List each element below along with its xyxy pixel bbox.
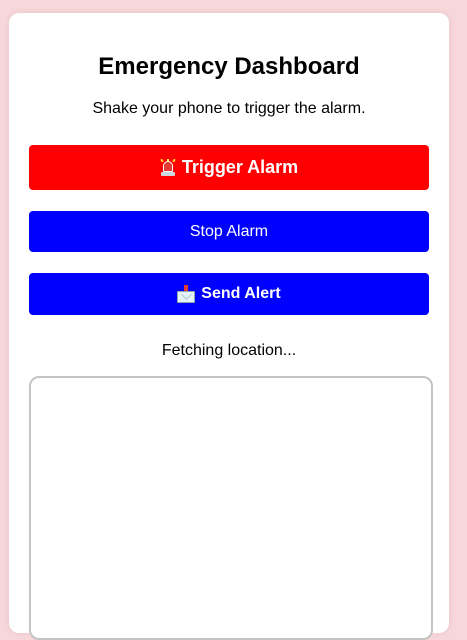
- send-alert-label: Send Alert: [201, 285, 281, 302]
- stop-alarm-label: Stop Alarm: [189, 222, 269, 240]
- stop-alarm-button[interactable]: Stop Alarm: [29, 211, 429, 252]
- map-container[interactable]: [29, 376, 433, 640]
- trigger-alarm-label: Trigger Alarm: [181, 157, 299, 177]
- dashboard-card: Emergency Dashboard Shake your phone to …: [9, 13, 449, 640]
- envelope-icon: [177, 285, 196, 303]
- location-status: Fetching location...: [161, 342, 297, 359]
- page-title: Emergency Dashboard: [98, 53, 360, 80]
- siren-icon: [160, 158, 176, 177]
- trigger-alarm-button[interactable]: Trigger Alarm: [29, 145, 429, 190]
- send-alert-button[interactable]: Send Alert: [29, 273, 429, 315]
- instruction-text: Shake your phone to trigger the alarm.: [92, 100, 366, 117]
